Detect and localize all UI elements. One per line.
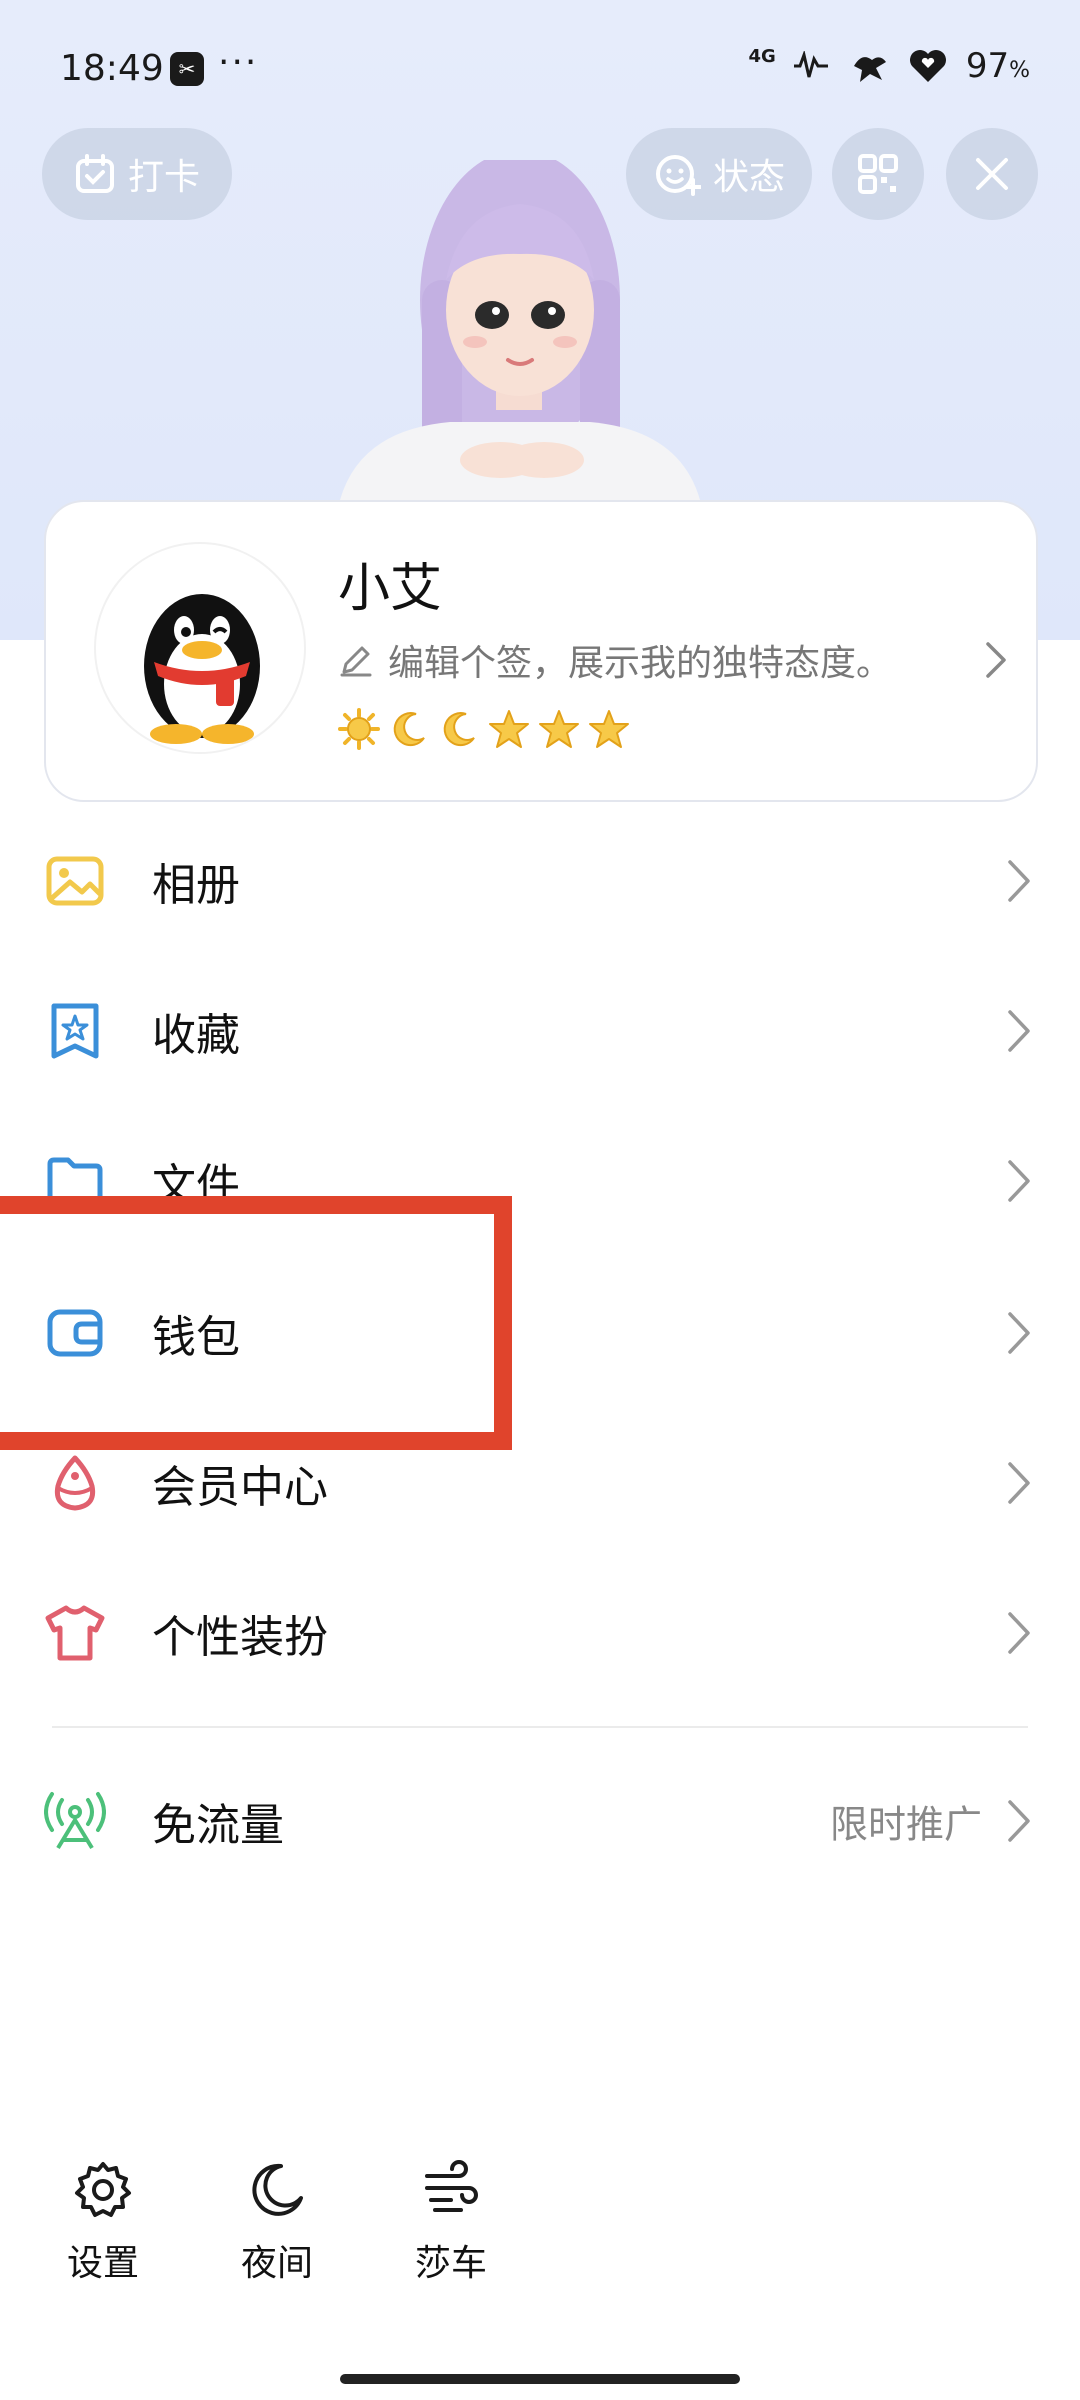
qq-level-badges[interactable] (338, 708, 630, 750)
signal-wave-icon (793, 51, 828, 78)
chevron-right-icon (1008, 1312, 1030, 1354)
qq-penguin-icon (144, 594, 260, 744)
status-indicators: 4G 97% (748, 45, 1030, 87)
status-bar: 18:49 ✂ ··· 4G 97% (0, 0, 1080, 140)
chevron-right-icon (1008, 1010, 1030, 1052)
menu-label: 文件 (152, 1160, 240, 1211)
calendar-check-icon (75, 154, 114, 193)
wallet-icon (47, 1309, 103, 1357)
close-icon (976, 158, 1008, 190)
menu-item-album[interactable]: 相册 (0, 806, 1080, 956)
moon-icon (393, 712, 425, 747)
moon-icon (252, 2163, 303, 2216)
home-indicator[interactable] (340, 2374, 740, 2384)
star-icon (589, 710, 629, 748)
capcut-app-icon: ✂ (170, 52, 204, 86)
night-mode-button[interactable]: 夜间 (212, 2160, 342, 2290)
menu-label: 会员中心 (152, 1462, 328, 1513)
promo-tag: 限时推广 (829, 1802, 982, 1847)
favorites-icon (51, 1003, 99, 1059)
avatar-character[interactable] (330, 160, 770, 500)
username: 小艾 (338, 559, 443, 619)
checkin-label: 打卡 (127, 157, 200, 198)
close-button[interactable] (946, 128, 1038, 220)
menu-item-favorites[interactable]: 收藏 (0, 956, 1080, 1106)
signal-tower-icon (44, 1792, 106, 1850)
chevron-right-icon (1008, 860, 1030, 902)
folder-icon (47, 1157, 103, 1205)
chevron-right-icon (1008, 1800, 1030, 1842)
menu-label: 相册 (152, 860, 240, 911)
photo-album-icon (46, 856, 104, 906)
night-label: 夜间 (240, 2243, 313, 2284)
menu-item-wallet[interactable]: 钱包 (0, 1258, 1080, 1408)
profile-card[interactable]: 小艾 编辑个签，展示我的独特态度。 (44, 500, 1038, 802)
chevron-right-icon (986, 642, 1006, 678)
settings-button[interactable]: 设置 (38, 2160, 168, 2290)
menu-label: 收藏 (152, 1010, 240, 1061)
chevron-right-icon (1008, 1612, 1030, 1654)
qr-code-button[interactable] (832, 128, 924, 220)
menu-item-free-data[interactable]: 免流量 限时推广 (0, 1746, 1080, 1896)
menu-item-personalization[interactable]: 个性装扮 (0, 1558, 1080, 1708)
tshirt-icon (45, 1605, 105, 1661)
network-type: 4G (748, 45, 776, 67)
heart-icon (909, 50, 946, 82)
star-icon (489, 710, 529, 748)
menu-label: 免流量 (152, 1800, 284, 1851)
battery-level: 97% (965, 46, 1030, 86)
chevron-right-icon (1008, 1462, 1030, 1504)
menu-item-files[interactable]: 文件 (0, 1106, 1080, 1256)
checkin-button[interactable]: 打卡 (42, 128, 232, 220)
sun-icon (338, 708, 380, 750)
menu-divider (52, 1726, 1028, 1728)
star-icon (539, 710, 579, 748)
shache-button[interactable]: 莎车 (386, 2160, 516, 2290)
signature-text: 编辑个签，展示我的独特态度。 (388, 643, 893, 684)
cupid-icon (853, 57, 886, 82)
shache-label: 莎车 (414, 2243, 487, 2284)
gear-icon (75, 2162, 131, 2217)
avatar[interactable] (94, 542, 306, 754)
signature-row[interactable]: 编辑个签，展示我的独特态度。 (338, 632, 1008, 688)
menu-item-vip-center[interactable]: 会员中心 (0, 1408, 1080, 1558)
moon-icon (443, 712, 475, 747)
qr-code-icon (858, 154, 898, 194)
wind-icon (425, 2160, 478, 2212)
edit-pencil-icon (340, 646, 372, 677)
chevron-right-icon (1008, 1160, 1030, 1202)
settings-label: 设置 (66, 2243, 139, 2284)
menu-label: 钱包 (152, 1312, 240, 1363)
menu-label: 个性装扮 (152, 1612, 328, 1663)
more-notifications-icon: ··· (218, 42, 259, 83)
status-time: 18:49 (60, 48, 164, 89)
vip-icon (54, 1455, 96, 1511)
